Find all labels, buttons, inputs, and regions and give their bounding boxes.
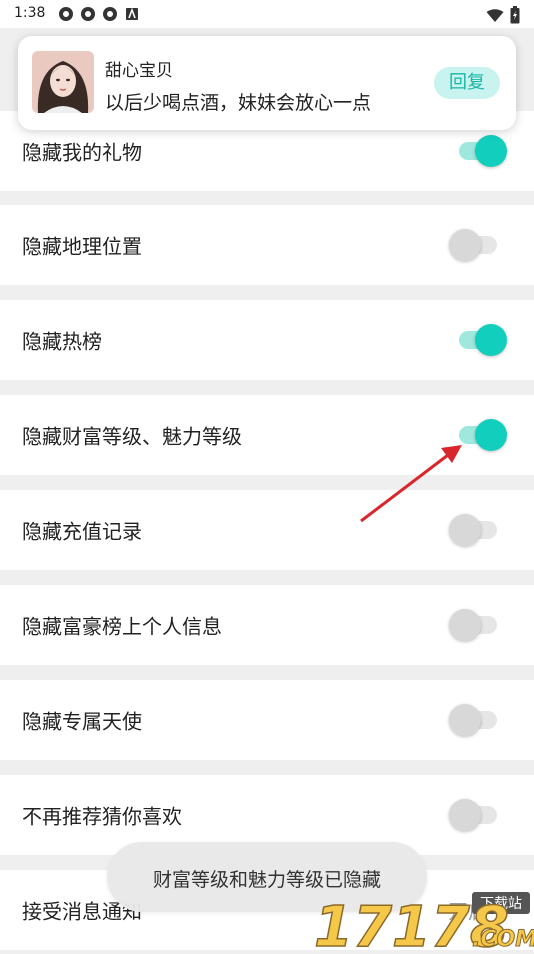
- message-notification-card[interactable]: 甜心宝贝 以后少喝点酒，妹妹会放心一点 回复: [18, 36, 516, 130]
- setting-label: 隐藏热榜: [22, 329, 102, 354]
- toggle-switch[interactable]: [445, 417, 511, 453]
- setting-label: 隐藏我的礼物: [22, 140, 142, 165]
- status-notification-icons: [58, 6, 140, 22]
- toggle-switch[interactable]: [445, 512, 511, 548]
- app-notification-icon: [102, 6, 118, 22]
- toggle-switch[interactable]: [445, 322, 511, 358]
- toggle-switch[interactable]: [445, 797, 511, 833]
- notification-message: 以后少喝点酒，妹妹会放心一点: [105, 92, 372, 114]
- setting-label: 隐藏专属天使: [22, 709, 142, 734]
- toggle-switch[interactable]: [445, 607, 511, 643]
- wifi-icon: [486, 8, 504, 27]
- toggle-switch[interactable]: [445, 133, 511, 169]
- avatar: [32, 51, 94, 113]
- setting-row-hide-hot-list: 隐藏热榜: [0, 300, 534, 380]
- setting-row-hide-wealth-charm-level: 隐藏财富等级、魅力等级: [0, 395, 534, 475]
- svg-text:.COM: .COM: [472, 927, 534, 950]
- setting-label: 隐藏地理位置: [22, 234, 142, 259]
- toggle-switch[interactable]: [445, 227, 511, 263]
- status-time: 1:38: [14, 5, 46, 21]
- setting-row-hide-rich-list-info: 隐藏富豪榜上个人信息: [0, 585, 534, 665]
- app-notification-icon: [58, 6, 74, 22]
- setting-label: 隐藏财富等级、魅力等级: [22, 424, 242, 449]
- setting-label: 隐藏充值记录: [22, 519, 142, 544]
- sender-name: 甜心宝贝: [105, 61, 173, 81]
- toggle-switch[interactable]: [445, 702, 511, 738]
- watermark-logo: 下载站 17178 .COM: [312, 888, 534, 954]
- setting-row-hide-location: 隐藏地理位置: [0, 205, 534, 285]
- font-notification-icon: [124, 6, 140, 22]
- setting-label: 不再推荐猜你喜欢: [22, 804, 182, 829]
- status-bar: 1:38: [0, 0, 534, 28]
- reply-button[interactable]: 回复: [434, 67, 500, 99]
- app-notification-icon: [80, 6, 96, 22]
- setting-label: 隐藏富豪榜上个人信息: [22, 614, 222, 639]
- battery-icon: [510, 6, 520, 28]
- status-system-icons: [486, 6, 520, 28]
- setting-row-hide-exclusive-angel: 隐藏专属天使: [0, 680, 534, 760]
- setting-row-hide-recharge-records: 隐藏充值记录: [0, 490, 534, 570]
